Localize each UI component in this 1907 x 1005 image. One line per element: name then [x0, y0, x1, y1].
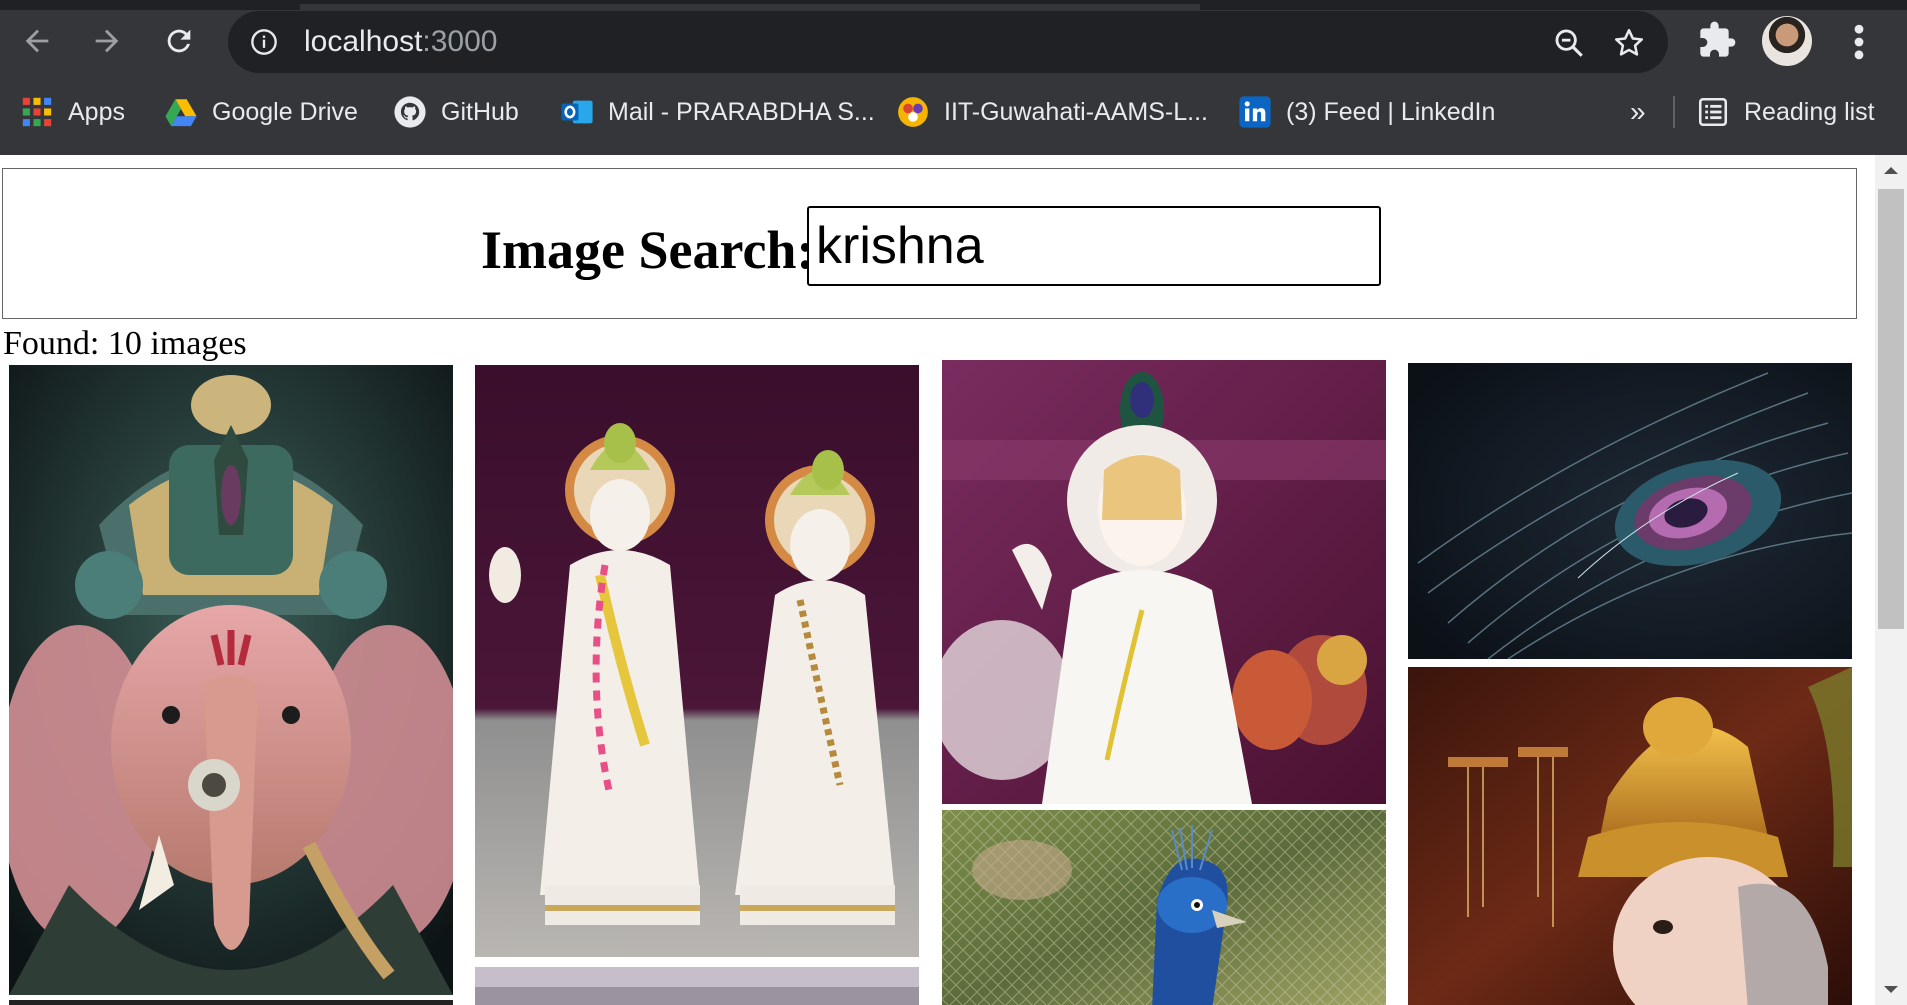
tab-strip [0, 0, 1907, 10]
reload-button[interactable] [158, 20, 200, 62]
bookmark-mail[interactable]: Mail - PRARABDHA S... [560, 86, 875, 138]
peacock-image [942, 810, 1386, 1005]
result-image-radha-krishna[interactable] [475, 365, 919, 957]
profile-avatar[interactable] [1762, 16, 1812, 66]
bookmark-apps[interactable]: Apps [20, 86, 125, 138]
bookmark-linkedin[interactable]: (3) Feed | LinkedIn [1238, 86, 1495, 138]
info-icon[interactable] [250, 28, 278, 56]
bookmark-label: Google Drive [212, 97, 358, 126]
zoom-out-icon[interactable] [1552, 26, 1586, 60]
bookmarks-bar: Apps Google Drive GitHub Mail - PRARABDH… [0, 86, 1907, 138]
ganesha-golden-crown-image [1408, 667, 1852, 1005]
extensions-puzzle-icon[interactable] [1697, 20, 1737, 60]
result-image-partial-2[interactable] [475, 967, 919, 1005]
address-bar[interactable]: localhost:3000 [228, 11, 1668, 73]
result-image-ganesha[interactable] [9, 365, 453, 995]
partial-image [475, 967, 919, 1005]
github-icon [394, 96, 426, 128]
reading-list-label: Reading list [1744, 97, 1875, 126]
bookmark-aams[interactable]: IIT-Guwahati-AAMS-L... [896, 86, 1208, 138]
linkedin-icon [1239, 96, 1271, 128]
scroll-up-arrow-icon[interactable] [1875, 155, 1907, 185]
ganesha-image [9, 365, 453, 995]
kebab-menu-icon[interactable] [1847, 20, 1871, 64]
bookmark-google-drive[interactable]: Google Drive [164, 86, 358, 138]
result-image-peacock[interactable] [942, 810, 1386, 1005]
bookmark-label: Mail - PRARABDHA S... [608, 97, 875, 126]
search-label: Image Search: [481, 220, 815, 280]
url-port: :3000 [422, 25, 498, 58]
bookmark-label: IIT-Guwahati-AAMS-L... [944, 97, 1208, 126]
krishna-marble-statue-image [942, 360, 1386, 804]
arrow-right-icon [95, 29, 119, 53]
url-text[interactable]: localhost:3000 [304, 25, 497, 59]
result-image-ganesha-golden[interactable] [1408, 667, 1852, 1005]
google-drive-icon [165, 99, 197, 127]
bookmark-github[interactable]: GitHub [393, 86, 519, 138]
forward-button[interactable] [86, 20, 128, 62]
search-input[interactable] [807, 206, 1381, 286]
reading-list-button[interactable]: Reading list [1696, 86, 1875, 138]
reading-list-icon [1698, 97, 1728, 127]
result-image-partial[interactable] [9, 1000, 453, 1005]
bookmark-label: Apps [68, 97, 125, 126]
reload-icon [167, 29, 191, 53]
bookmark-label: (3) Feed | LinkedIn [1286, 97, 1496, 126]
results-count: Found: 10 images [3, 325, 247, 362]
aams-icon [898, 97, 928, 127]
bookmarks-overflow-button[interactable]: » [1630, 86, 1646, 138]
apps-grid-icon [22, 97, 52, 127]
result-image-peacock-feather[interactable] [1408, 363, 1852, 659]
result-image-krishna-marble[interactable] [942, 360, 1386, 804]
bookmarks-divider [1673, 96, 1675, 128]
chevron-double-right-icon: » [1630, 96, 1646, 127]
bookmark-label: GitHub [441, 97, 519, 126]
radha-krishna-statue-image [475, 365, 919, 957]
scroll-thumb[interactable] [1878, 189, 1904, 629]
peacock-feather-image [1408, 363, 1852, 659]
scroll-down-arrow-icon[interactable] [1875, 975, 1907, 1005]
outlook-icon [561, 100, 593, 124]
back-button[interactable] [16, 20, 58, 62]
browser-chrome: localhost:3000 Apps Google Drive GitHub … [0, 0, 1907, 155]
page-viewport: Image Search: Found: 10 images [0, 155, 1875, 1005]
arrow-left-icon [25, 29, 49, 53]
bookmark-star-icon[interactable] [1612, 26, 1646, 60]
url-host: localhost [304, 25, 423, 58]
page-scrollbar[interactable] [1875, 155, 1907, 1005]
